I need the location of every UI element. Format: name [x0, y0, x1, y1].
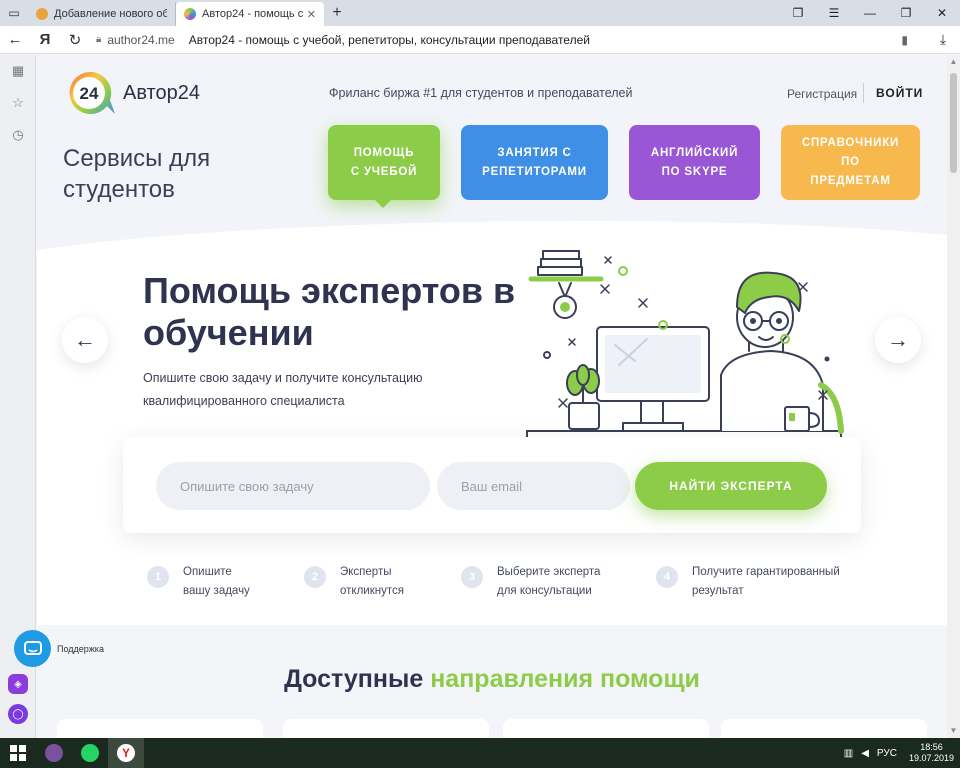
logo[interactable]: 24 Автор24 [63, 69, 200, 117]
url-field[interactable]: 🔒︎ author24.me Автор24 - помощь с учебой… [90, 29, 926, 51]
alice-icon[interactable]: ◯ [8, 704, 28, 724]
direction-card[interactable] [721, 719, 927, 738]
support-widget[interactable]: Поддержка [14, 630, 104, 667]
keyboard-language[interactable]: РУС [877, 748, 897, 759]
services-title: Сервисы для студентов [63, 145, 211, 203]
arrow-right-icon: → [887, 327, 909, 352]
service-study-help-button[interactable]: ПОМОЩЬ С УЧЕБОЙ [328, 125, 440, 208]
step-number: 3 [461, 566, 483, 588]
back-icon[interactable]: ← [0, 26, 30, 54]
bookmark-icon[interactable]: ▮ [901, 33, 908, 47]
app-icon[interactable]: ◈ [8, 674, 28, 694]
service-tutors-button[interactable]: ЗАНЯТИЯ С РЕПЕТИТОРАМИ [461, 125, 608, 200]
star-icon[interactable]: ☆ [0, 87, 36, 119]
step-text: Получите гарантированный результат [692, 566, 840, 597]
student-illustration [526, 250, 844, 440]
page-content: 24 Автор24 Фриланс биржа #1 для студенто… [37, 55, 947, 738]
yandex-icon[interactable]: Я [30, 26, 60, 54]
find-expert-button[interactable]: НАЙТИ ЭКСПЕРТА [635, 462, 827, 510]
clock[interactable]: 18:56 19.07.2019 [909, 742, 954, 764]
lock-icon: 🔒︎ [96, 34, 102, 45]
search-card: НАЙТИ ЭКСПЕРТА [123, 437, 861, 533]
service-label: ПОМОЩЬ С УЧЕБОЙ [350, 146, 418, 178]
system-tray: ▥ ◀ РУС 18:56 19.07.2019 [840, 738, 954, 768]
clock-date: 19.07.2019 [908, 753, 954, 763]
service-references-button[interactable]: СПРАВОЧНИКИ ПО ПРЕДМЕТАМ [781, 125, 920, 200]
logo-icon: 24 [69, 71, 115, 114]
tab-active[interactable]: Автор24 - помощь с уче ✕ [176, 2, 324, 26]
window-controls: ❐ ☰ — ❐ ✕ [780, 0, 960, 26]
windows-taskbar: Y ▥ ◀ РУС 18:56 19.07.2019 [0, 738, 960, 768]
step-item: 4 Получите гарантированный результат [656, 563, 844, 601]
direction-card[interactable] [283, 719, 489, 738]
whatsapp-icon[interactable] [72, 738, 108, 768]
step-text: Опишите вашу задачу [183, 566, 250, 597]
arrow-left-icon: ← [74, 327, 96, 352]
step-item: 2 Эксперты откликнутся [304, 563, 412, 601]
tab-title: Автор24 - помощь с уче [202, 8, 303, 20]
viber-icon[interactable] [36, 738, 72, 768]
email-input[interactable] [437, 462, 630, 510]
service-label: СПРАВОЧНИКИ ПО ПРЕДМЕТАМ [801, 137, 900, 187]
close-window-icon[interactable]: ✕ [924, 0, 960, 26]
directions-title-dark: Доступные [284, 665, 424, 693]
step-text: Выберите эксперта для консультации [497, 566, 601, 597]
service-label: АНГЛИЙСКИЙ ПО SKYPE [650, 146, 739, 178]
scroll-down-icon[interactable]: ▼ [947, 724, 960, 738]
tab-inactive[interactable]: Добавление нового объек [28, 2, 176, 26]
download-icon[interactable]: ⤓ [926, 31, 960, 48]
tab-title: Добавление нового объек [54, 8, 167, 20]
clock-time: 18:56 [920, 742, 943, 752]
logo-number: 24 [80, 84, 99, 103]
directions-title: Доступные направления помощи [37, 665, 947, 694]
close-tab-icon[interactable]: ✕ [307, 8, 316, 21]
restore-icon[interactable]: ❐ [888, 0, 924, 26]
login-link[interactable]: ВОЙТИ [876, 86, 923, 100]
prev-slide-button[interactable]: ← [62, 317, 108, 363]
new-tab-icon[interactable]: + [324, 4, 350, 22]
step-item: 1 Опишите вашу задачу [147, 563, 255, 601]
steps-list: 1 Опишите вашу задачу 2 Эксперты откликн… [147, 563, 887, 613]
next-slide-button[interactable]: → [875, 317, 921, 363]
header-divider [863, 83, 864, 103]
service-english-button[interactable]: АНГЛИЙСКИЙ ПО SKYPE [629, 125, 760, 200]
reload-icon[interactable]: ↻ [60, 26, 90, 54]
step-number: 1 [147, 566, 169, 588]
scroll-up-icon[interactable]: ▲ [947, 55, 960, 69]
logo-text: Автор24 [123, 81, 200, 104]
step-text: Эксперты откликнутся [340, 566, 404, 597]
windows-start-icon[interactable] [0, 738, 36, 768]
minimize-icon[interactable]: — [852, 0, 888, 26]
shield-favicon-icon [36, 8, 48, 20]
menu-icon[interactable]: ☰ [816, 0, 852, 26]
directions-title-green: направления помощи [430, 665, 700, 693]
url-domain: author24.me [107, 32, 175, 47]
browser-tabbar: ▭ Добавление нового объек Автор24 - помо… [0, 0, 960, 26]
direction-card[interactable] [57, 719, 263, 738]
yandex-browser-icon[interactable]: Y [108, 738, 144, 768]
grid-icon[interactable]: ▦ [0, 55, 36, 87]
direction-card[interactable] [503, 719, 709, 738]
support-label: Поддержка [57, 643, 104, 654]
bookmarks-icon[interactable]: ❐ [780, 0, 816, 26]
register-link[interactable]: Регистрация [787, 87, 857, 101]
step-item: 3 Выберите эксперта для консультации [461, 563, 609, 601]
tab-manager-icon[interactable]: ▭ [0, 0, 28, 26]
task-input[interactable] [156, 462, 430, 510]
tagline: Фриланс биржа #1 для студентов и препода… [329, 86, 633, 100]
page-scrollbar[interactable]: ▲ ▼ [947, 55, 960, 738]
hero-heading: Помощь экспертов в обучении [143, 270, 516, 353]
author24-favicon-icon [184, 8, 196, 20]
url-page-title: Автор24 - помощь с учебой, репетиторы, к… [188, 32, 590, 47]
speaker-icon[interactable]: ◀ [861, 748, 869, 759]
network-icon[interactable]: ▥ [844, 748, 853, 759]
step-number: 2 [304, 566, 326, 588]
hero-text: Опишите свою задачу и получите консульта… [143, 371, 423, 408]
step-number: 4 [656, 566, 678, 588]
chat-bubble-icon[interactable] [14, 630, 51, 667]
history-icon[interactable]: ◷ [0, 119, 36, 151]
address-bar: ← Я ↻ 🔒︎ author24.me Автор24 - помощь с … [0, 26, 960, 54]
service-label: ЗАНЯТИЯ С РЕПЕТИТОРАМИ [482, 146, 587, 178]
scroll-thumb[interactable] [950, 73, 957, 173]
